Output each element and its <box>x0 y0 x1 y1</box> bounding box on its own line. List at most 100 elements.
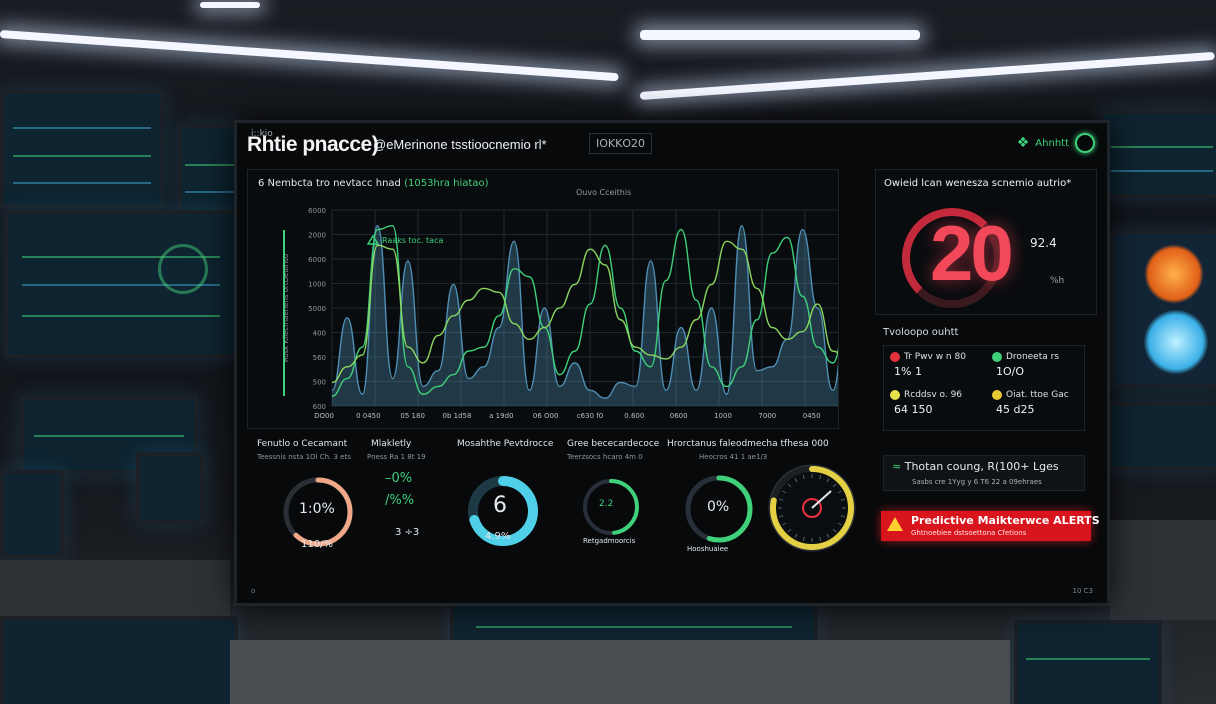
system-status[interactable]: ❖ Ahnhtt <box>1017 131 1095 155</box>
gauge-subtitle: Teessnis nsta 1Ol Ch. 3 ets <box>257 453 351 461</box>
system-item-value: 45 d25 <box>996 403 1035 416</box>
background-monitor <box>1014 620 1162 704</box>
gauge-panel[interactable]: Mosahthe Pevtdrocce 6 4.9% <box>447 435 557 567</box>
background-monitor <box>4 210 238 358</box>
x-tick-label: 7000 <box>758 412 776 420</box>
risk-score-value: 20 <box>930 209 1014 297</box>
alert-title: Predictive Maikterwce ALERTS <box>911 514 1100 527</box>
ceiling-light <box>200 2 260 8</box>
background-monitor <box>136 452 204 524</box>
main-dashboard-screen: i::kio Rhtie pnacce) @eMerinone tsstiooc… <box>234 120 1110 606</box>
page-title: @eMerinone tsstioocnemio rl* <box>373 137 547 152</box>
system-item-label: Rcddsv o. 96 <box>904 390 963 400</box>
risk-score-percent: 92.4 <box>1030 236 1057 250</box>
system-health-panel: Tr Pwv w n 80 1% 1 Droneeta rs 1Ο/Ο Rcdd… <box>883 345 1085 431</box>
status-dot-icon <box>890 390 900 400</box>
footer-left: o <box>251 587 256 595</box>
dashboard-header: i::kio Rhtie pnacce) @eMerinone tsstiooc… <box>237 123 1107 167</box>
trend-chart-panel: 6 Nembcta tro nevtacc hnad (1053hra hiat… <box>247 169 839 429</box>
system-item-value: 1Ο/Ο <box>996 365 1025 378</box>
y-tick-label: 600 <box>313 403 326 411</box>
system-item[interactable]: Rcddsv o. 96 64 150 <box>890 390 980 428</box>
task-subtitle: Sasbs cre 1Yyg y 6 T6 22 a 09ehraes <box>912 478 1042 486</box>
gauge-unit: 4.9% <box>485 531 511 542</box>
x-tick-label: c630 f0 <box>577 412 603 420</box>
speed-dial-gauge <box>768 464 856 552</box>
warning-icon <box>887 517 903 531</box>
y-tick-label: 560 <box>313 354 326 362</box>
y-tick-label: 400 <box>313 330 326 338</box>
gauge-title: Mosahthe Pevtdrocce <box>457 439 554 449</box>
x-tick-label: 05 180 <box>400 412 425 420</box>
gauge-value: 2.2 <box>599 499 614 509</box>
task-title-text: Thotan coung, R(100+ Lges <box>904 460 1059 473</box>
gauge-title: Fenutlo o Cecamant <box>257 439 348 449</box>
status-dot-icon <box>992 390 1002 400</box>
gauge-value: 0% <box>707 499 730 515</box>
system-item[interactable]: Oiat. ttoe Gac 45 d25 <box>992 390 1082 428</box>
gauge-title: Hrorctanus faleodmecha tfhesa 000 <box>667 439 829 449</box>
task-summary[interactable]: ≈ Thotan coung, R(100+ Lges Sasbs cre 1Y… <box>883 455 1085 491</box>
clock-readout: ΙΟΚΚΟ20 <box>589 133 652 154</box>
gauge-unit: Hooshuaiee <box>687 545 729 553</box>
task-title: ≈ Thotan coung, R(100+ Lges <box>892 460 1059 473</box>
console-desk <box>230 640 1010 704</box>
background-monitor <box>0 90 164 208</box>
system-health-label: Tvoloopo ouhtt <box>883 327 959 338</box>
gauge-title: Mlakletly <box>371 439 412 449</box>
status-dot-icon <box>992 352 1002 362</box>
gauge-value: 6 <box>493 493 507 518</box>
background-monitor <box>0 616 238 704</box>
system-item[interactable]: Droneeta rs 1Ο/Ο <box>992 352 1082 390</box>
system-item-value: 64 150 <box>894 403 933 416</box>
maintenance-alert-banner[interactable]: Predictive Maikterwce ALERTS Ghtnoebiee … <box>881 511 1100 541</box>
system-item-label: Tr Pwv w n 80 <box>904 352 966 362</box>
y-tick-label: 6000 <box>308 256 326 264</box>
console-desk <box>1110 520 1216 620</box>
risk-score-panel: Owieid lcan wenesza scnemio autrio* 20 9… <box>875 169 1097 315</box>
x-tick-label: 0600 <box>670 412 688 420</box>
gauge-subtitle: Pness Ra 1 8t 19 <box>367 453 426 461</box>
brand-logo-text: Rhtie pnacce) <box>247 133 379 156</box>
status-label: Ahnhtt <box>1035 137 1069 149</box>
risk-score-unit: %h <box>1050 276 1065 286</box>
gauge-value-secondary: /%% <box>385 493 415 508</box>
background-monitor <box>178 124 242 222</box>
alert-subtitle: Ghtnoebiee dstsoettona Cfetions <box>911 529 1027 537</box>
x-tick-label: a 19d0 <box>489 412 513 420</box>
status-dot-icon <box>890 352 900 362</box>
status-indicator-icon <box>1075 133 1095 153</box>
risk-score-title: Owieid lcan wenesza scnemio autrio* <box>884 178 1072 189</box>
x-tick-label: 06 O00 <box>533 412 559 420</box>
gauge-subtitle: Heocros 41 1 ae1/3 <box>699 453 768 461</box>
system-item-label: Droneeta rs <box>1006 352 1060 362</box>
x-tick-label: DO00 <box>314 412 334 420</box>
ceiling-light <box>0 30 619 82</box>
gauge-value-tertiary: 3 ÷3 <box>395 527 420 538</box>
background-monitor <box>1108 402 1216 470</box>
gauge-value: 1:0% <box>299 501 335 517</box>
gauge-value: –0% <box>385 471 413 486</box>
y-tick-label: 6000 <box>308 207 326 215</box>
line-chart[interactable]: 6000 2000 6000 1000 5000 400 560 500 600DO00 0 04… <box>248 170 838 428</box>
y-tick-label: 500 <box>313 379 326 387</box>
x-tick-label: 0.600 <box>624 412 644 420</box>
gauge-unit: Retgadmoorcis <box>583 537 636 545</box>
gauge-panel[interactable]: Hrorctanus faleodmecha tfhesa 000 Heocro… <box>657 435 856 567</box>
system-item[interactable]: Tr Pwv w n 80 1% 1 <box>890 352 980 390</box>
gauge-unit: 110/% <box>301 539 333 550</box>
network-icon: ❖ <box>1016 135 1030 151</box>
x-tick-label: 1000 <box>714 412 732 420</box>
system-item-value: 1% 1 <box>894 365 922 378</box>
system-item-label: Oiat. ttoe Gac <box>1006 390 1069 400</box>
background-monitor <box>1100 110 1216 198</box>
y-tick-label: 2000 <box>308 232 326 240</box>
ceiling-light <box>640 30 920 40</box>
ceiling-light <box>639 51 1215 100</box>
x-tick-label: 0 0450 <box>356 412 381 420</box>
gauge-panel[interactable]: Gree bececardecoce Teerzsocs hcaro 4m 0 … <box>557 435 660 567</box>
gauge-panel[interactable]: Mlakletly Pness Ra 1 8t 19 –0% /%% 3 ÷3 <box>355 435 445 567</box>
x-tick-label: 0450 <box>803 412 821 420</box>
gauge-title: Gree bececardecoce <box>567 439 660 449</box>
footer-right: 10 C3 <box>1072 587 1093 595</box>
